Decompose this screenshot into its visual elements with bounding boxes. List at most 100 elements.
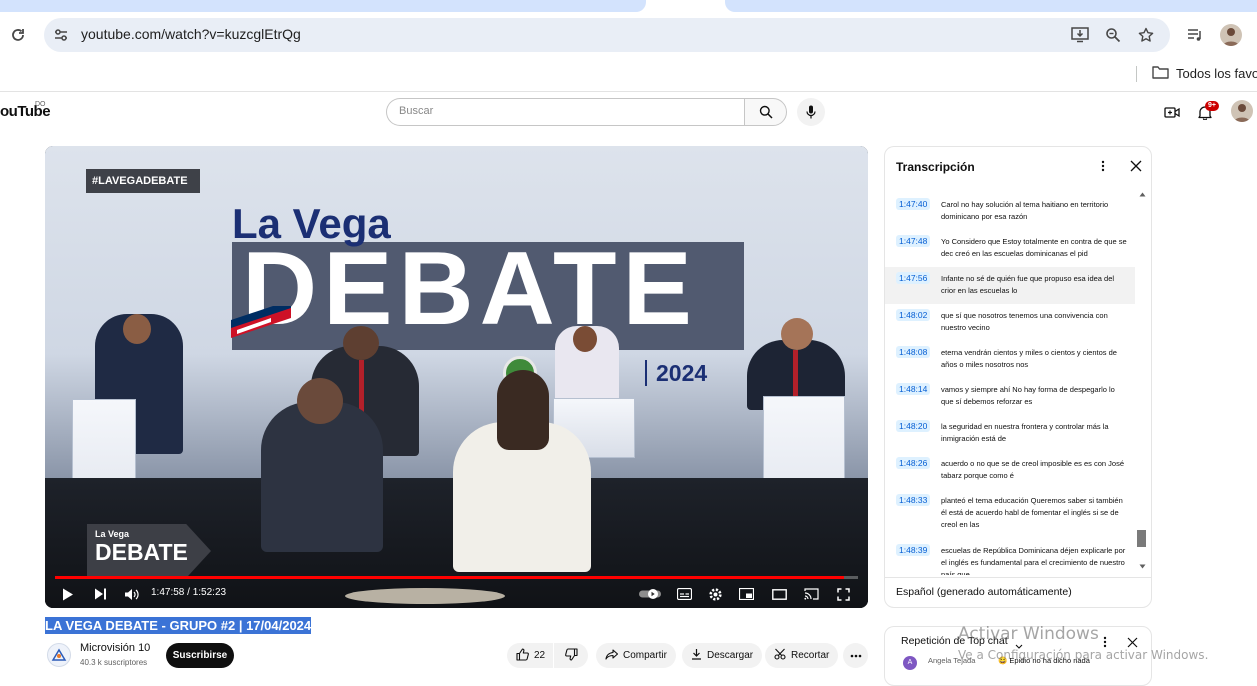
more-actions-button[interactable] — [843, 643, 868, 668]
chevron-down-icon[interactable] — [1015, 637, 1023, 655]
youtube-masthead: ouTube DO Buscar 9+ — [0, 93, 1257, 133]
create-video-icon[interactable] — [1162, 102, 1182, 122]
overlay-year: 2024 — [656, 360, 708, 386]
settings-gear-icon[interactable] — [706, 585, 724, 603]
segment-timestamp[interactable]: 1:48:39 — [896, 544, 931, 556]
channel-avatar[interactable] — [47, 643, 71, 667]
transcript-segment[interactable]: 1:47:56 Infante no sé de quién fue que pr… — [885, 267, 1135, 304]
close-icon[interactable] — [1128, 158, 1144, 174]
transcript-segment[interactable]: 1:48:26 acuerdo o no que se de creol impo… — [885, 452, 1135, 489]
segment-timestamp[interactable]: 1:47:40 — [896, 198, 931, 210]
transcript-segment[interactable]: 1:48:02 que sí que nosotros tenemos una c… — [885, 304, 1135, 341]
miniplayer-icon[interactable] — [737, 586, 755, 602]
theater-mode-icon[interactable] — [770, 586, 788, 602]
bookmark-folder-all[interactable]: Todos los favor — [1152, 65, 1257, 82]
segment-timestamp[interactable]: 1:48:33 — [896, 494, 931, 506]
like-count: 22 — [534, 650, 546, 661]
tie — [793, 350, 798, 398]
thumbs-down-icon — [564, 647, 578, 664]
segment-timestamp[interactable]: 1:48:26 — [896, 457, 931, 469]
dislike-button[interactable] — [554, 643, 588, 668]
scroll-up-icon[interactable] — [1138, 191, 1146, 197]
bookmarks-divider — [1136, 66, 1137, 82]
search-placeholder: Buscar — [399, 105, 434, 117]
segment-timestamp[interactable]: 1:48:02 — [896, 309, 931, 321]
inactive-tab[interactable] — [0, 0, 646, 12]
dominican-flag-icon — [231, 300, 291, 342]
channel-name[interactable]: Microvisión 10 — [80, 642, 150, 654]
search-button[interactable] — [744, 98, 787, 126]
transcript-segment[interactable]: 1:48:14 vamos y siempre ahí No hay forma … — [885, 378, 1135, 415]
next-icon[interactable] — [91, 585, 109, 603]
transcript-segment[interactable]: 1:48:33 planteó el tema educación Queremo… — [885, 489, 1135, 539]
chat-author: Angela Tejada — [928, 656, 976, 665]
bookmarks-bar: Todos los favor — [0, 58, 1257, 92]
scroll-down-icon[interactable] — [1138, 563, 1146, 569]
segment-timestamp[interactable]: 1:48:14 — [896, 383, 931, 395]
segment-text: Infante no sé de quién fue que propuso e… — [941, 274, 1115, 295]
clip-button[interactable]: Recortar — [765, 643, 839, 668]
transcript-segment[interactable]: 1:48:39 escuelas de República Dominicana … — [885, 539, 1135, 575]
download-button[interactable]: Descargar — [682, 643, 763, 668]
chat-close-icon[interactable] — [1125, 635, 1139, 649]
segment-timestamp[interactable]: 1:47:56 — [896, 272, 931, 284]
segment-text: eterna vendrán cientos y miles o cientos… — [941, 348, 1117, 369]
transcript-segment[interactable]: 1:48:08 eterna vendrán cientos y miles o … — [885, 341, 1135, 378]
chat-title[interactable]: Repetición de Top chat — [901, 635, 1008, 647]
download-label: Descargar — [707, 650, 754, 661]
chat-replay-panel: Repetición de Top chat A Angela Tejada 😄… — [884, 626, 1152, 686]
progress-bar[interactable] — [55, 576, 858, 579]
subscriber-count: 40.3 k suscriptores — [80, 658, 148, 667]
moderator-figure — [261, 402, 383, 552]
voice-search-button[interactable] — [797, 98, 825, 126]
segment-timestamp[interactable]: 1:47:48 — [896, 235, 931, 247]
moderator-head — [297, 378, 343, 424]
transcript-segment[interactable]: 1:48:20 la seguridad en nuestra frontera … — [885, 415, 1135, 452]
address-bar[interactable]: youtube.com/watch?v=kuzcglEtrQg — [44, 18, 1170, 52]
cast-icon[interactable] — [802, 586, 820, 602]
candidate-head — [781, 318, 813, 350]
transcript-scrollbar[interactable] — [1137, 530, 1146, 547]
media-control-icon[interactable] — [1184, 25, 1206, 45]
subscribe-button[interactable]: Suscribirse — [166, 643, 234, 668]
overlay-hashtag: #LAVEGADEBATE — [86, 169, 200, 193]
transcript-language[interactable]: Español (generado automáticamente) — [896, 586, 1072, 598]
account-avatar[interactable] — [1231, 100, 1253, 122]
like-button[interactable]: 22 — [507, 643, 553, 668]
install-app-icon[interactable] — [1070, 25, 1090, 45]
profile-avatar[interactable] — [1220, 24, 1242, 46]
candidate-head — [123, 314, 151, 344]
chat-more-icon[interactable] — [1099, 635, 1111, 649]
reload-icon[interactable] — [6, 23, 30, 47]
autoplay-toggle-icon[interactable] — [637, 586, 663, 602]
inactive-tab[interactable] — [725, 0, 1257, 12]
segment-timestamp[interactable]: 1:48:20 — [896, 420, 931, 432]
star-icon[interactable] — [1136, 25, 1156, 45]
play-icon[interactable] — [59, 585, 77, 603]
subtitles-icon[interactable] — [675, 586, 693, 602]
transcript-segment[interactable]: 1:47:48 Yo Considero que Estoy totalmente… — [885, 230, 1135, 267]
folder-icon — [1152, 65, 1169, 82]
fullscreen-icon[interactable] — [834, 586, 852, 602]
transcript-segment[interactable]: 1:47:40 Carol no hay solución al tema hai… — [885, 193, 1135, 230]
segment-text: que sí que nosotros tenemos una conviven… — [941, 311, 1108, 332]
chat-message: 😄 Epidio no ha dicho nada — [998, 656, 1090, 665]
site-settings-icon[interactable] — [52, 26, 70, 44]
video-player[interactable]: La Vega DEBATE 2024 #LAVEGADEBATE La Veg… — [45, 146, 868, 608]
zoom-icon[interactable] — [1103, 25, 1123, 45]
segment-text: Carol no hay solución al tema haitiano e… — [941, 200, 1109, 221]
bookmark-folder-label: Todos los favor — [1176, 66, 1257, 81]
mic-icon — [806, 105, 816, 119]
segment-timestamp[interactable]: 1:48:08 — [896, 346, 931, 358]
url-text[interactable]: youtube.com/watch?v=kuzcglEtrQg — [81, 26, 301, 42]
volume-icon[interactable] — [121, 585, 141, 603]
search-input[interactable]: Buscar — [386, 98, 745, 126]
segment-text: la seguridad en nuestra frontera y contr… — [941, 422, 1109, 443]
tab-strip — [0, 0, 1257, 12]
share-label: Compartir — [623, 650, 667, 661]
more-vertical-icon[interactable] — [1095, 158, 1111, 174]
share-button[interactable]: Compartir — [596, 643, 676, 668]
search-icon — [759, 105, 773, 119]
transcript-list: 1:47:40 Carol no hay solución al tema hai… — [885, 191, 1135, 575]
video-title: LA VEGA DEBATE - GRUPO #2 | 17/04/2024 — [45, 617, 312, 634]
